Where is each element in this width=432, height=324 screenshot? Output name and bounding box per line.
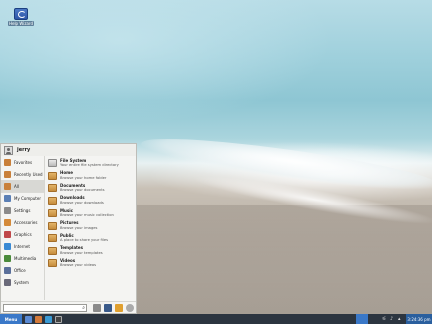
search-box: ⌕	[3, 304, 87, 312]
desktop-icon-help-wizard[interactable]: Help Wizard	[6, 8, 36, 27]
app-pictures[interactable]: Pictures Browse your images	[46, 220, 136, 233]
app-desc: Browse your documents	[60, 188, 105, 193]
app-desc: A place to share your files	[60, 238, 109, 243]
app-documents[interactable]: Documents Browse your documents	[46, 182, 136, 195]
computer-icon	[4, 195, 11, 202]
app-desc: Your entire file system directory	[60, 163, 119, 168]
search-icon: ⌕	[82, 305, 85, 311]
internet-icon	[4, 242, 11, 250]
category-label: Internet	[14, 243, 30, 249]
category-label: Multimedia	[14, 255, 37, 261]
category-my-computer[interactable]: My Computer	[1, 192, 44, 204]
category-label: My Computer	[14, 196, 41, 201]
app-music[interactable]: Music Browse your music collection	[46, 207, 136, 220]
office-icon	[4, 266, 11, 274]
network-icon[interactable]: ⚟	[382, 316, 387, 322]
favorites-icon	[4, 158, 11, 166]
app-home[interactable]: Home Browse your home folder	[46, 170, 136, 183]
category-multimedia[interactable]: Multimedia	[1, 252, 44, 264]
menu-header: jerry	[1, 144, 136, 156]
category-favorites[interactable]: Favorites	[1, 156, 44, 168]
taskbar: Menu ⚟ ♪ ▴ 3:24:36 pm	[0, 314, 432, 324]
user-avatar-icon[interactable]	[4, 145, 13, 155]
app-desc: Browse your music collection	[60, 213, 114, 218]
category-label: Recently Used	[14, 171, 43, 177]
start-menu: jerry Favorites Recently Used All My Com…	[0, 143, 137, 314]
graphics-icon	[4, 230, 11, 238]
all-icon	[4, 182, 11, 190]
downloads-folder-icon	[48, 196, 57, 205]
category-label: System	[14, 279, 29, 285]
app-list: File System Your entire file system direc…	[46, 157, 136, 300]
category-label: Favorites	[14, 159, 33, 165]
menu-footer: ⌕	[1, 301, 136, 314]
app-templates[interactable]: Templates Browse your templates	[46, 245, 136, 258]
tray-expand-icon[interactable]: ▴	[398, 316, 403, 322]
logout-icon[interactable]	[115, 304, 123, 312]
show-desktop-icon[interactable]	[25, 315, 32, 323]
app-desc: Browse your videos	[60, 263, 97, 268]
category-system[interactable]: System	[1, 276, 44, 288]
category-label: Settings	[14, 207, 31, 213]
category-settings[interactable]: Settings	[1, 204, 44, 216]
search-input[interactable]	[4, 305, 78, 311]
active-window-indicator[interactable]	[356, 314, 368, 324]
category-list: Favorites Recently Used All My Computer …	[1, 156, 45, 300]
multimedia-icon	[4, 254, 11, 262]
app-desc: Browse your home folder	[60, 175, 107, 180]
category-label: Office	[14, 267, 26, 273]
category-recently-used[interactable]: Recently Used	[1, 168, 44, 180]
category-label: Graphics	[14, 231, 32, 237]
category-graphics[interactable]: Graphics	[1, 228, 44, 240]
music-folder-icon	[48, 209, 57, 218]
switch-user-icon[interactable]	[104, 304, 112, 312]
app-desc: Browse your downloads	[60, 200, 104, 205]
videos-folder-icon	[48, 259, 57, 268]
drive-icon	[48, 159, 57, 168]
app-desc: Browse your templates	[60, 250, 103, 255]
pictures-folder-icon	[48, 221, 57, 230]
public-folder-icon	[48, 234, 57, 243]
accessories-icon	[4, 218, 11, 226]
category-label: All	[14, 183, 19, 189]
category-office[interactable]: Office	[1, 264, 44, 276]
username: jerry	[17, 147, 31, 153]
recent-icon	[4, 170, 11, 178]
app-downloads[interactable]: Downloads Browse your downloads	[46, 195, 136, 208]
app-videos[interactable]: Videos Browse your videos	[46, 257, 136, 270]
gear-icon[interactable]	[126, 304, 134, 312]
settings-icon	[4, 206, 11, 214]
start-menu-button[interactable]: Menu	[0, 314, 22, 324]
category-all[interactable]: All	[1, 180, 44, 192]
terminal-icon[interactable]	[55, 315, 62, 323]
category-label: Accessories	[14, 219, 38, 225]
templates-folder-icon	[48, 246, 57, 255]
desktop-icon-label: Help Wizard	[7, 21, 35, 26]
browser-icon[interactable]	[45, 315, 52, 323]
lock-screen-icon[interactable]	[93, 304, 101, 312]
app-public[interactable]: Public A place to share your files	[46, 232, 136, 245]
documents-folder-icon	[48, 184, 57, 193]
start-menu-label: Menu	[4, 316, 18, 322]
system-icon	[4, 278, 11, 286]
category-accessories[interactable]: Accessories	[1, 216, 44, 228]
volume-icon[interactable]: ♪	[390, 316, 395, 322]
wet-sand	[135, 205, 432, 315]
app-file-system[interactable]: File System Your entire file system direc…	[46, 157, 136, 170]
app-desc: Browse your images	[60, 225, 98, 230]
help-icon	[14, 8, 28, 20]
category-internet[interactable]: Internet	[1, 240, 44, 252]
clock[interactable]: 3:24:36 pm	[406, 314, 432, 324]
file-manager-icon[interactable]	[35, 315, 42, 323]
home-folder-icon	[48, 171, 57, 180]
clock-text: 3:24:36 pm	[407, 316, 431, 322]
